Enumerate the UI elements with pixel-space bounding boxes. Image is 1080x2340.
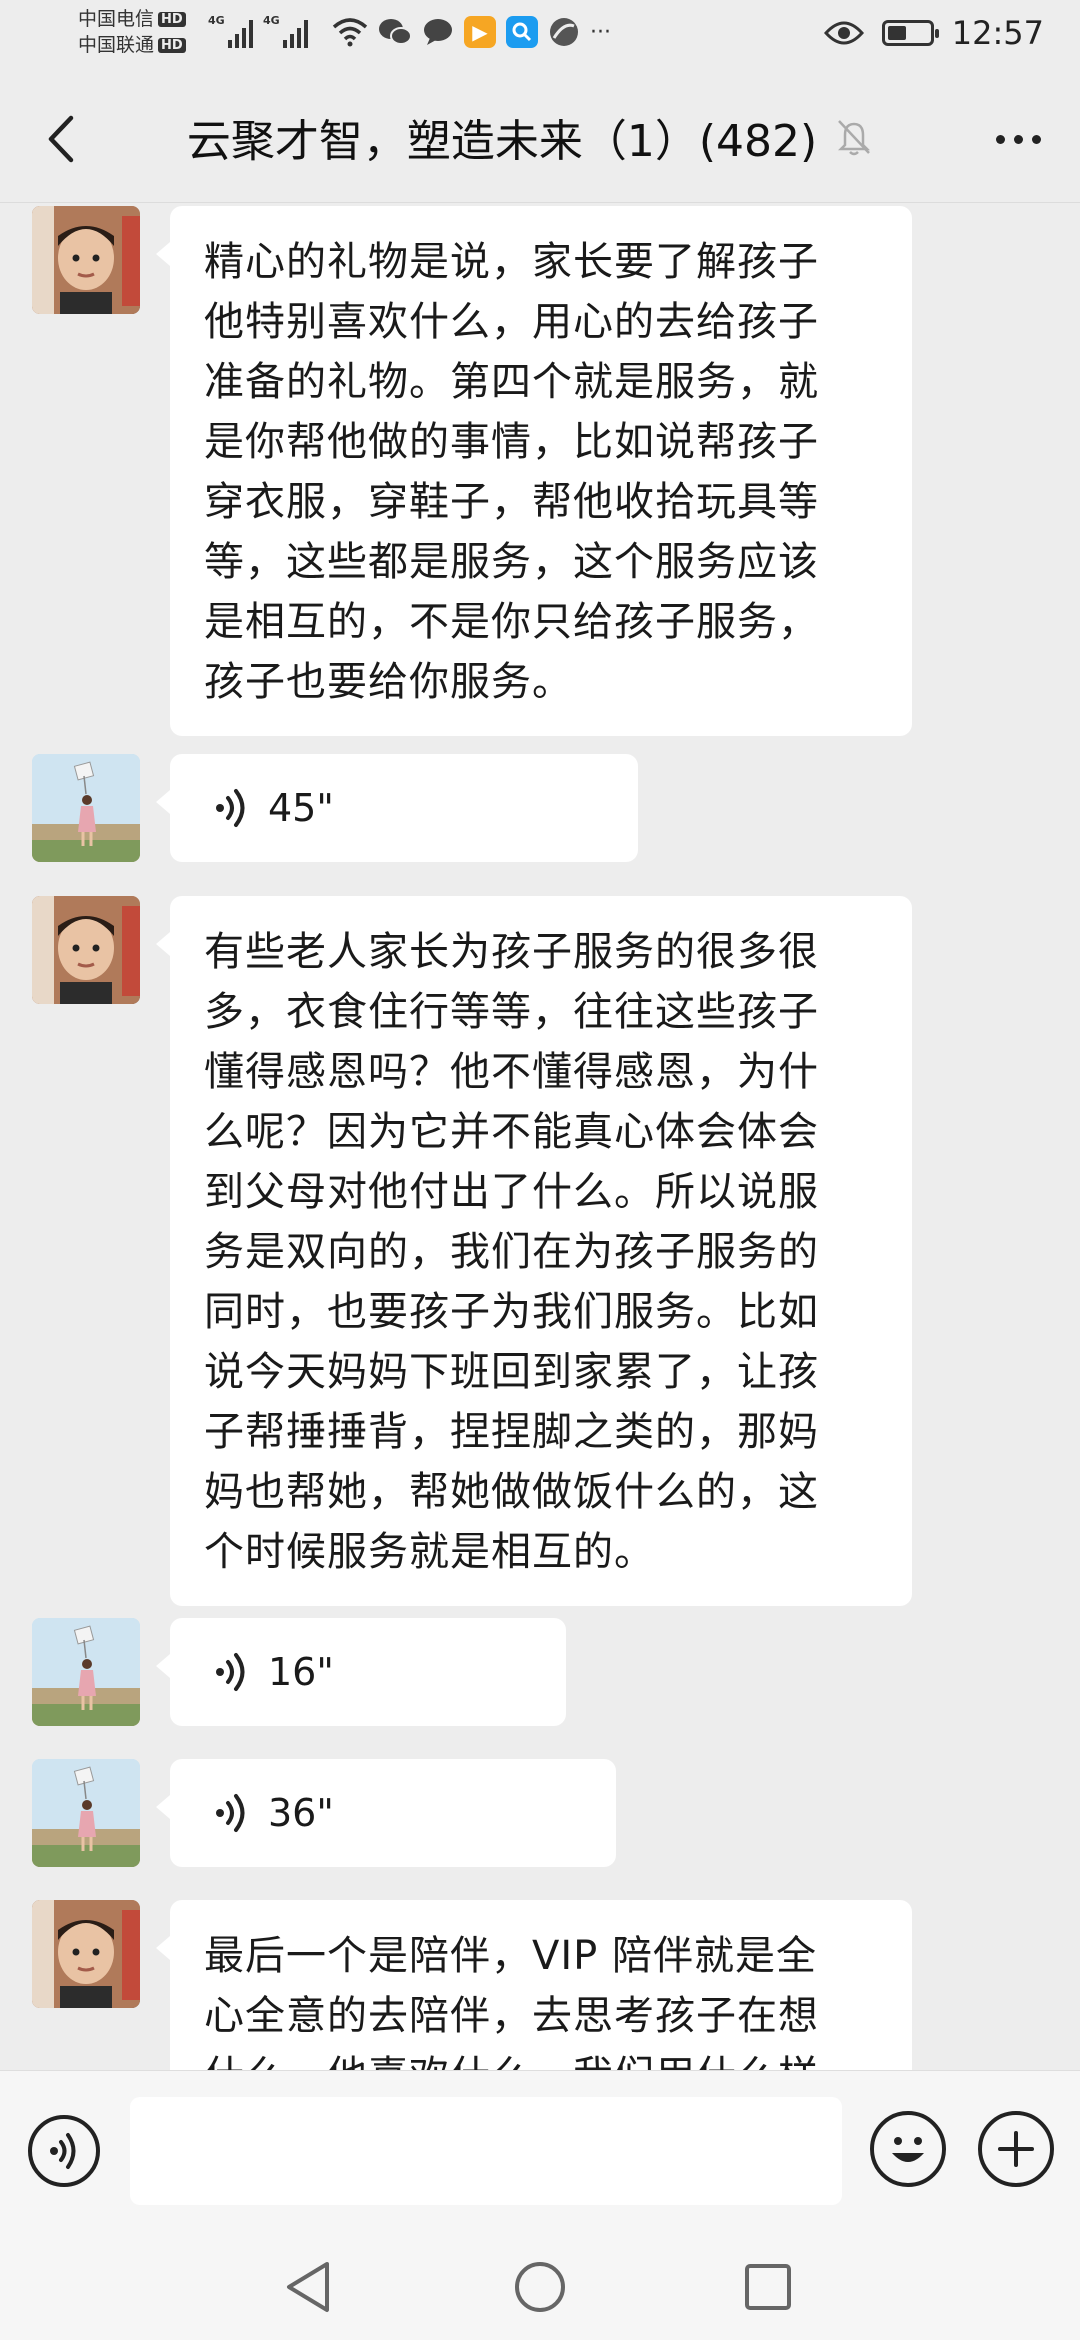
signal-icon: 4G <box>208 14 253 48</box>
avatar-image <box>32 1759 140 1867</box>
chat-header: 云聚才智，塑造未来（1）(482) <box>0 72 1080 203</box>
carrier-2-label: 中国联通 <box>78 34 155 56</box>
nav-recents-button[interactable] <box>728 2252 808 2322</box>
clock: 12:57 <box>951 14 1044 52</box>
voice-duration: 45" <box>268 786 334 830</box>
nav-back-icon <box>287 2262 329 2312</box>
carrier-1-label: 中国电信 <box>78 8 155 30</box>
browser-icon <box>550 18 578 46</box>
carrier-info: 中国电信 HD 中国联通 HD <box>78 6 186 58</box>
emoji-button[interactable] <box>870 2111 946 2187</box>
wifi-icon <box>332 18 368 47</box>
voice-duration: 36" <box>268 1791 334 1835</box>
boy-avatar[interactable] <box>32 896 140 1004</box>
voice-message-bubble[interactable]: 36" <box>156 1759 616 1867</box>
video-app-icon: ▶ <box>464 16 496 48</box>
chat-message-list[interactable]: 精心的礼物是说，家长要了解孩子 他特别喜欢什么，用心的去给孩子 准备的礼物。第四… <box>0 203 1080 2070</box>
avatar-image <box>32 1900 140 2008</box>
chevron-left-icon <box>48 115 74 163</box>
voice-toggle-icon <box>50 2133 76 2169</box>
girl-avatar[interactable] <box>32 1759 140 1867</box>
more-dot <box>1031 134 1041 144</box>
more-dots-icon <box>995 134 1005 144</box>
emoji-icon <box>892 2137 924 2162</box>
plus-button[interactable] <box>978 2111 1054 2187</box>
notification-icons: ▶ ··· <box>332 16 611 48</box>
nav-home-icon <box>515 2262 565 2312</box>
eye-icon <box>823 21 864 45</box>
title-area: 云聚才智，塑造未来（1）(482) <box>150 102 910 172</box>
boy-avatar[interactable] <box>32 1900 140 2008</box>
nav-home-button[interactable] <box>500 2252 580 2322</box>
voice-toggle-button[interactable] <box>28 2115 100 2187</box>
hd-badge: HD <box>158 11 186 27</box>
wechat-icon <box>379 19 412 45</box>
battery-icon <box>881 20 939 46</box>
avatar-image <box>32 1618 140 1726</box>
nav-back-button[interactable] <box>268 2252 348 2322</box>
hd-badge: HD <box>158 37 186 53</box>
voice-wave-icon <box>216 1794 245 1832</box>
plus-icon <box>998 2131 1034 2167</box>
status-bar: 中国电信 HD 中国联通 HD 4G 4G ▶ ··· 12:57 <box>0 0 1080 72</box>
voice-wave-icon <box>216 1653 245 1691</box>
system-navigation-bar <box>0 2230 1080 2340</box>
message-bubble[interactable]: 最后一个是陪伴，VIP 陪伴就是全 心全意的去陪伴，去思考孩子在想 什么，他喜欢… <box>156 1900 912 2070</box>
message-bubble[interactable]: 精心的礼物是说，家长要了解孩子 他特别喜欢什么，用心的去给孩子 准备的礼物。第四… <box>156 206 912 736</box>
back-button[interactable] <box>30 104 90 174</box>
voice-duration: 16" <box>268 1650 334 1694</box>
bell-off-icon <box>838 120 871 156</box>
voice-message-bubble[interactable]: 45" <box>156 754 638 862</box>
network-type-label: 4G <box>208 14 225 27</box>
signal-icon: 4G <box>263 14 308 48</box>
network-type-label: 4G <box>263 14 280 27</box>
avatar-image <box>32 206 140 314</box>
voice-message-bubble[interactable]: 16" <box>156 1618 566 1726</box>
girl-avatar[interactable] <box>32 754 140 862</box>
message-input[interactable] <box>130 2097 842 2205</box>
voice-wave-icon <box>216 789 245 827</box>
more-dot <box>1013 134 1023 144</box>
avatar-image <box>32 896 140 1004</box>
avatar-image <box>32 754 140 862</box>
more-button[interactable] <box>980 104 1056 174</box>
nav-recents-icon <box>745 2264 791 2310</box>
message-bubble[interactable]: 有些老人家长为孩子服务的很多很 多，衣食住行等等，往往这些孩子 懂得感恩吗？他不… <box>156 896 912 1606</box>
signal-strength: 4G 4G <box>208 14 308 48</box>
input-bar <box>0 2070 1080 2231</box>
battery-level-fill <box>887 26 906 40</box>
search-app-icon <box>506 16 538 48</box>
more-notifications-indicator: ··· <box>590 19 611 45</box>
status-right: 12:57 <box>823 14 1044 52</box>
boy-avatar[interactable] <box>32 206 140 314</box>
message-icon <box>424 19 452 45</box>
chat-title: 云聚才智，塑造未来（1）(482) <box>186 116 818 167</box>
girl-avatar[interactable] <box>32 1618 140 1726</box>
